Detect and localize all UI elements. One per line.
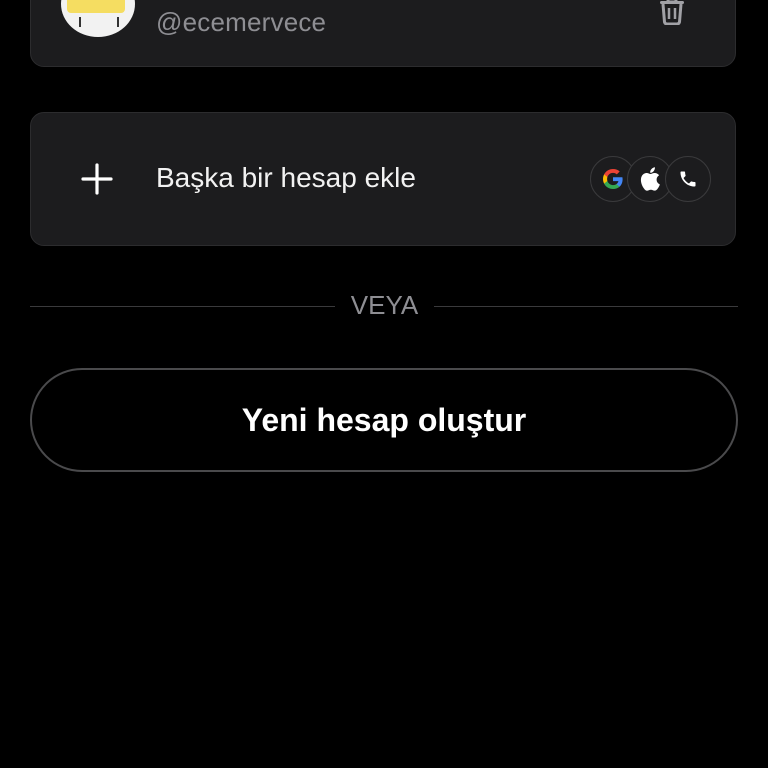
- create-account-button[interactable]: Yeni hesap oluştur: [30, 368, 738, 472]
- google-icon: [603, 169, 623, 189]
- add-account-button[interactable]: Başka bir hesap ekle: [30, 112, 736, 246]
- divider-line-right: [434, 306, 738, 307]
- divider-line-left: [30, 306, 335, 307]
- trash-icon: [660, 0, 684, 26]
- account-card[interactable]: @ecemervece: [30, 0, 736, 67]
- phone-provider: [665, 156, 711, 202]
- sticky-note-face-icon: [67, 0, 125, 13]
- account-handle: @ecemervece: [156, 7, 327, 37]
- remove-account-button[interactable]: [655, 0, 689, 26]
- avatar: [61, 0, 135, 37]
- phone-icon: [680, 171, 696, 187]
- add-account-label: Başka bir hesap ekle: [156, 162, 416, 193]
- login-providers: [590, 156, 712, 202]
- divider-label: VEYA: [350, 290, 419, 320]
- apple-icon: [640, 167, 660, 191]
- plus-icon: [81, 163, 113, 195]
- create-account-label: Yeni hesap oluştur: [241, 401, 527, 438]
